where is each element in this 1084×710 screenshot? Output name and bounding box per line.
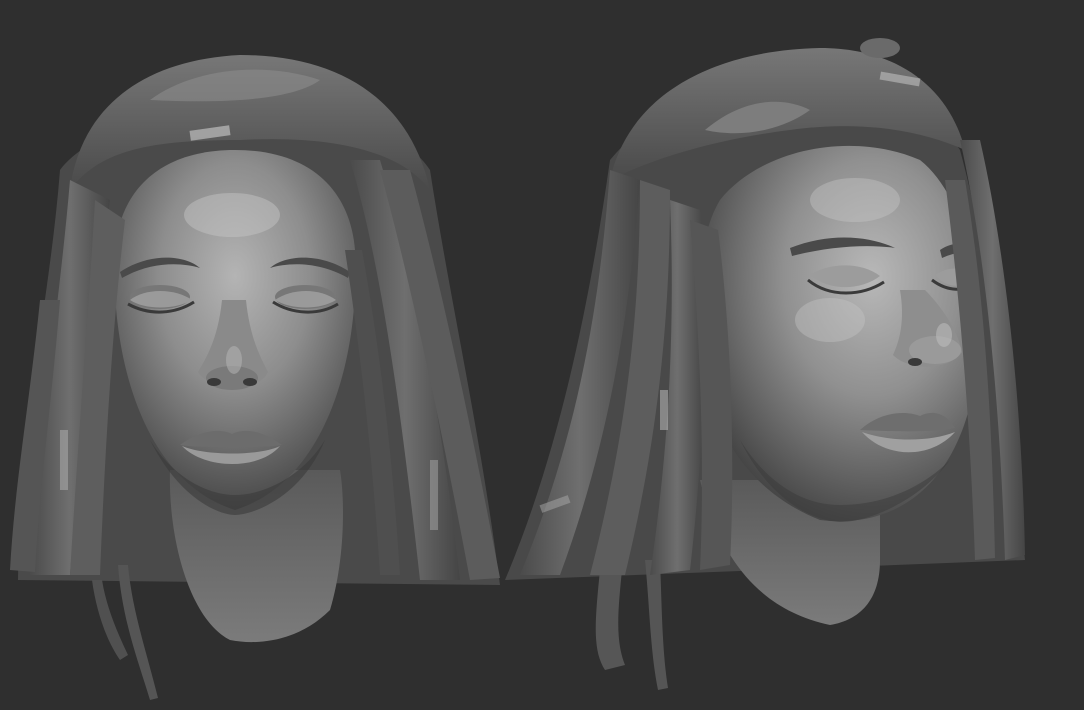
sculpt-viewport[interactable]: [0, 0, 1084, 710]
sculpted-head-front-icon: [10, 55, 500, 700]
render-canvas: [10, 38, 1025, 700]
sculpted-head-three-quarter-icon: [505, 38, 1025, 690]
